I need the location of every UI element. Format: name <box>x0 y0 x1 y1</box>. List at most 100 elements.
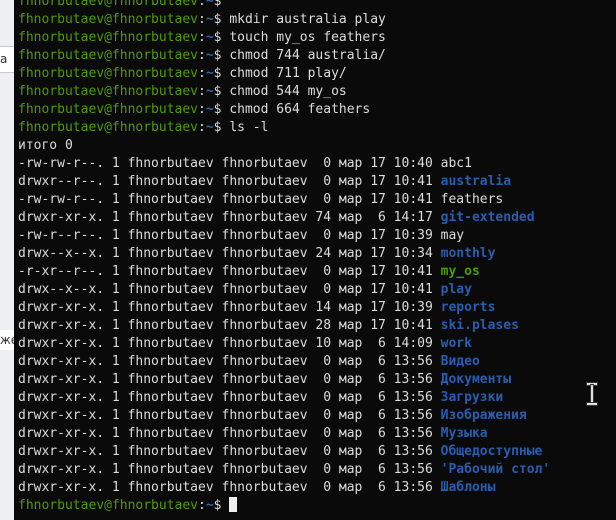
command-line: fhnorbutaev@fhnorbutaev:~$ chmod 664 fea… <box>18 101 616 119</box>
listing-name: abc1 <box>440 156 472 171</box>
listing-name: play <box>440 282 472 297</box>
listing-name: Музыка <box>440 426 488 441</box>
prompt-symbol: $ <box>213 84 230 99</box>
background-window-fragment: же <box>0 330 14 350</box>
listing-name: may <box>440 228 465 243</box>
command-line: fhnorbutaev@fhnorbutaev:~$ chmod 544 my_… <box>18 83 616 101</box>
prompt-separator: : <box>198 66 206 81</box>
prompt-user: fhnorbutaev@fhnorbutaev <box>18 66 199 81</box>
listing-row: drwxr-xr-x. 1 fhnorbutaev fhnorbutaev 0 … <box>18 425 616 443</box>
listing-meta: drwxr-xr-x. 1 fhnorbutaev fhnorbutaev 74… <box>18 210 441 225</box>
command-text: chmod 711 play/ <box>229 66 347 81</box>
prompt-symbol: $ <box>213 102 230 117</box>
prompt-symbol: $ <box>213 48 230 63</box>
prompt-separator: : <box>198 84 206 99</box>
listing-name: Документы <box>440 372 512 387</box>
active-prompt-line: fhnorbutaev@fhnorbutaev:~$ <box>18 497 616 515</box>
listing-total: итого 0 <box>18 138 73 153</box>
listing-row: -rw-rw-r--. 1 fhnorbutaev fhnorbutaev 0 … <box>18 155 616 173</box>
terminal-output: fhnorbutaev@fhnorbutaev:~$ fhnorbutaev@f… <box>18 0 616 515</box>
listing-meta: drwxr--r--. 1 fhnorbutaev fhnorbutaev 0 … <box>18 174 441 189</box>
listing-row: drwxr-xr-x. 1 fhnorbutaev fhnorbutaev 0 … <box>18 353 616 371</box>
command-text: chmod 664 feathers <box>229 102 371 117</box>
listing-row: drwxr-xr-x. 1 fhnorbutaev fhnorbutaev 0 … <box>18 389 616 407</box>
listing-meta: -rw-rw-r--. 1 fhnorbutaev fhnorbutaev 0 … <box>18 192 441 207</box>
listing-row: drwx--x--x. 1 fhnorbutaev fhnorbutaev 0 … <box>18 281 616 299</box>
listing-name: Загрузки <box>440 390 504 405</box>
listing-meta: drwx--x--x. 1 fhnorbutaev fhnorbutaev 24… <box>18 246 441 261</box>
prompt-user: fhnorbutaev@fhnorbutaev <box>18 48 199 63</box>
mouse-ibeam-icon <box>586 382 598 406</box>
prompt-separator: : <box>198 48 206 63</box>
listing-name: my_os <box>440 264 480 279</box>
listing-name: Общедоступные <box>440 444 543 459</box>
listing-row: -rw-r--r--. 1 fhnorbutaev fhnorbutaev 0 … <box>18 227 616 245</box>
prompt-path: ~ <box>205 48 214 63</box>
command-line: fhnorbutaev@fhnorbutaev:~$ touch my_os f… <box>18 29 616 47</box>
terminal-window[interactable]: fhnorbutaev@fhnorbutaev:~$ fhnorbutaev@f… <box>14 0 616 520</box>
background-window-fragment: а <box>0 46 14 72</box>
command-text: mkdir australia play <box>229 12 386 27</box>
listing-row: drwxr-xr-x. 1 fhnorbutaev fhnorbutaev 0 … <box>18 461 616 479</box>
listing-meta: -r-xr--r--. 1 fhnorbutaev fhnorbutaev 0 … <box>18 264 441 279</box>
prompt-separator: : <box>198 0 206 9</box>
listing-meta: -rw-rw-r--. 1 fhnorbutaev fhnorbutaev 0 … <box>18 156 441 171</box>
prompt-path: ~ <box>205 30 214 45</box>
listing-name: 'Рабочий стол' <box>440 462 551 477</box>
prompt-user: fhnorbutaev@fhnorbutaev <box>18 498 199 513</box>
listing-row: -rw-rw-r--. 1 fhnorbutaev fhnorbutaev 0 … <box>18 191 616 209</box>
listing-meta: drwxr-xr-x. 1 fhnorbutaev fhnorbutaev 0 … <box>18 426 441 441</box>
listing-meta: drwxr-xr-x. 1 fhnorbutaev fhnorbutaev 28… <box>18 318 441 333</box>
listing-row: drwx--x--x. 1 fhnorbutaev fhnorbutaev 24… <box>18 245 616 263</box>
prompt-separator: : <box>198 120 206 135</box>
listing-name: feathers <box>440 192 504 207</box>
prompt-symbol: $ <box>213 66 230 81</box>
command-line: fhnorbutaev@fhnorbutaev:~$ mkdir austral… <box>18 11 616 29</box>
listing-name: australia <box>440 174 512 189</box>
prompt-path: ~ <box>205 0 214 9</box>
command-text: chmod 544 my_os <box>229 84 347 99</box>
command-line: fhnorbutaev@fhnorbutaev:~$ ls -l <box>18 119 616 137</box>
listing-row: drwxr-xr-x. 1 fhnorbutaev fhnorbutaev 10… <box>18 335 616 353</box>
listing-meta: drwxr-xr-x. 1 fhnorbutaev fhnorbutaev 0 … <box>18 462 441 477</box>
listing-meta: drwxr-xr-x. 1 fhnorbutaev fhnorbutaev 14… <box>18 300 441 315</box>
prompt-user: fhnorbutaev@fhnorbutaev <box>18 84 199 99</box>
text-cursor-icon <box>229 497 238 512</box>
listing-meta: drwxr-xr-x. 1 fhnorbutaev fhnorbutaev 10… <box>18 336 441 351</box>
listing-row: -r-xr--r--. 1 fhnorbutaev fhnorbutaev 0 … <box>18 263 616 281</box>
listing-meta: drwx--x--x. 1 fhnorbutaev fhnorbutaev 0 … <box>18 282 441 297</box>
prompt-separator: : <box>198 30 206 45</box>
listing-name: work <box>440 336 472 351</box>
prompt-separator: : <box>198 498 206 513</box>
prompt-symbol: $ <box>213 12 230 27</box>
listing-name: ski.plases <box>440 318 519 333</box>
prompt-separator: : <box>198 102 206 117</box>
prompt-user: fhnorbutaev@fhnorbutaev <box>18 0 199 9</box>
prompt-separator: : <box>198 12 206 27</box>
listing-name: git-extended <box>440 210 535 225</box>
listing-row: drwxr-xr-x. 1 fhnorbutaev fhnorbutaev 0 … <box>18 371 616 389</box>
listing-name: Видео <box>440 354 480 369</box>
listing-name: Изображения <box>440 408 527 423</box>
command-text: ls -l <box>229 120 269 135</box>
listing-row: drwxr-xr-x. 1 fhnorbutaev fhnorbutaev 14… <box>18 299 616 317</box>
prompt-symbol: $ <box>213 498 230 513</box>
listing-meta: drwxr-xr-x. 1 fhnorbutaev fhnorbutaev 0 … <box>18 444 441 459</box>
listing-row: drwxr-xr-x. 1 fhnorbutaev fhnorbutaev 74… <box>18 209 616 227</box>
command-text: touch my_os feathers <box>229 30 386 45</box>
listing-name: monthly <box>440 246 496 261</box>
prompt-path: ~ <box>205 102 214 117</box>
prompt-path: ~ <box>205 66 214 81</box>
prompt-path: ~ <box>205 84 214 99</box>
listing-meta: drwxr-xr-x. 1 fhnorbutaev fhnorbutaev 0 … <box>18 390 441 405</box>
listing-row: drwxr-xr-x. 1 fhnorbutaev fhnorbutaev 28… <box>18 317 616 335</box>
prompt-symbol: $ <box>213 0 230 9</box>
background-divider <box>0 72 14 73</box>
prompt-path: ~ <box>205 498 214 513</box>
command-text: chmod 744 australia/ <box>229 48 386 63</box>
listing-meta: drwxr-xr-x. 1 fhnorbutaev fhnorbutaev 0 … <box>18 354 441 369</box>
prompt-user: fhnorbutaev@fhnorbutaev <box>18 102 199 117</box>
prompt-user: fhnorbutaev@fhnorbutaev <box>18 30 199 45</box>
listing-meta: -rw-r--r--. 1 fhnorbutaev fhnorbutaev 0 … <box>18 228 441 243</box>
listing-meta: drwxr-xr-x. 1 fhnorbutaev fhnorbutaev 0 … <box>18 372 441 387</box>
